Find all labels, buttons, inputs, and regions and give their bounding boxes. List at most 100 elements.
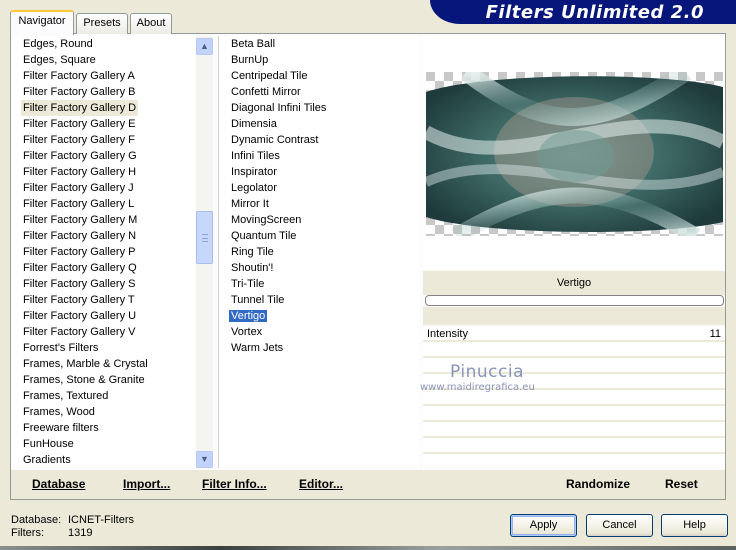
category-item[interactable]: Filter Factory Gallery T [11, 292, 195, 308]
category-item[interactable]: Filter Factory Gallery D [11, 100, 195, 116]
filter-item[interactable]: Warm Jets [219, 340, 420, 356]
empty-parameter-row [423, 406, 725, 422]
category-item[interactable]: Filter Factory Gallery N [11, 228, 195, 244]
apply-button[interactable]: Apply [510, 514, 577, 537]
cancel-button[interactable]: Cancel [586, 514, 653, 537]
help-button[interactable]: Help [661, 514, 728, 537]
filter-item[interactable]: Vertigo [219, 308, 420, 324]
category-item[interactable]: Filter Factory Gallery G [11, 148, 195, 164]
category-item[interactable]: Filter Factory Gallery M [11, 212, 195, 228]
filter-item-label: Vortex [231, 326, 263, 338]
tab-presets[interactable]: Presets [76, 13, 128, 34]
scroll-down-button[interactable]: ▼ [196, 451, 213, 468]
category-item[interactable]: Filter Factory Gallery J [11, 180, 195, 196]
import-button[interactable]: Import... [123, 476, 170, 492]
category-item[interactable]: Filter Factory Gallery F [11, 132, 195, 148]
filter-list[interactable]: Beta Ball BurnUp Centripedal Tile Confetti … [218, 36, 420, 468]
filter-item-label: Infini Tiles [231, 150, 280, 162]
filter-item[interactable]: Tunnel Tile [219, 292, 420, 308]
filter-item[interactable]: BurnUp [219, 52, 420, 68]
filter-item[interactable]: Vortex [219, 324, 420, 340]
preview-image [426, 72, 723, 236]
category-item[interactable]: Frames, Textured [11, 388, 195, 404]
tab-navigator[interactable]: Navigator [10, 10, 74, 35]
filter-item-label: Shoutin'! [231, 262, 274, 274]
randomize-button[interactable]: Randomize [566, 476, 630, 492]
category-item-label: Filter Factory Gallery M [23, 214, 138, 226]
title-banner: Filters Unlimited 2.0 [430, 0, 736, 24]
filter-item[interactable]: Beta Ball [219, 36, 420, 52]
category-item-label: Filter Factory Gallery G [23, 150, 137, 162]
category-item-label: Filter Factory Gallery F [23, 134, 135, 146]
scroll-thumb[interactable] [196, 211, 213, 264]
filter-item-label: Confetti Mirror [231, 86, 301, 98]
category-item[interactable]: Filter Factory Gallery P [11, 244, 195, 260]
filter-item[interactable]: Infini Tiles [219, 148, 420, 164]
filter-info-button[interactable]: Filter Info... [202, 476, 267, 492]
database-button[interactable]: Database [32, 476, 85, 492]
category-item[interactable]: Filter Factory Gallery V [11, 324, 195, 340]
category-item[interactable]: Filter Factory Gallery S [11, 276, 195, 292]
category-item[interactable]: Filter Factory Gallery L [11, 196, 195, 212]
editor-button[interactable]: Editor... [299, 476, 343, 492]
filter-item-label: Tri-Tile [231, 278, 265, 290]
filter-item[interactable]: Tri-Tile [219, 276, 420, 292]
category-item-label: Filter Factory Gallery P [23, 246, 136, 258]
filter-item[interactable]: Shoutin'! [219, 260, 420, 276]
filter-item[interactable]: Mirror It [219, 196, 420, 212]
category-item[interactable]: Edges, Round [11, 36, 195, 52]
parameter-row[interactable]: Intensity 11 [423, 326, 725, 342]
scroll-up-button[interactable]: ▲ [196, 38, 213, 55]
filter-item-label: Ring Tile [231, 246, 274, 258]
filter-item[interactable]: Confetti Mirror [219, 84, 420, 100]
category-item[interactable]: Filter Factory Gallery U [11, 308, 195, 324]
category-item-label: Freeware filters [23, 422, 99, 434]
reset-button[interactable]: Reset [665, 476, 698, 492]
preview-area [423, 36, 725, 270]
filter-item[interactable]: Diagonal Infini Tiles [219, 100, 420, 116]
category-scrollbar[interactable]: ▲ ▼ [196, 36, 213, 468]
category-item-label: Filter Factory Gallery U [23, 310, 137, 322]
category-item-label: Filter Factory Gallery Q [23, 262, 137, 274]
category-item[interactable]: Freeware filters [11, 420, 195, 436]
category-item-label: Forrest's Filters [23, 342, 99, 354]
filters-count-label: Filters: [11, 527, 44, 539]
empty-parameter-row [423, 358, 725, 374]
category-item[interactable]: Forrest's Filters [11, 340, 195, 356]
filter-item[interactable]: Dimensia [219, 116, 420, 132]
category-item[interactable]: Frames, Wood [11, 404, 195, 420]
filter-item-label: Dimensia [231, 118, 277, 130]
empty-parameter-row [423, 390, 725, 406]
category-item[interactable]: Filter Factory Gallery A [11, 68, 195, 84]
category-item[interactable]: Frames, Marble & Crystal [11, 356, 195, 372]
category-list[interactable]: Edges, Round Edges, Square Filter Factory … [11, 36, 195, 468]
filter-item[interactable]: Centripedal Tile [219, 68, 420, 84]
database-label: Database: [11, 514, 62, 526]
filter-item-label: Legolator [231, 182, 277, 194]
category-item[interactable]: Filter Factory Gallery B [11, 84, 195, 100]
category-item[interactable]: Filter Factory Gallery H [11, 164, 195, 180]
category-item-label: Frames, Textured [23, 390, 109, 402]
category-item[interactable]: Frames, Stone & Granite [11, 372, 195, 388]
grip-icon [202, 234, 208, 242]
category-item[interactable]: Gradients [11, 452, 195, 468]
filter-item-label: Inspirator [231, 166, 277, 178]
filter-item[interactable]: Ring Tile [219, 244, 420, 260]
filter-item-label: Warm Jets [231, 342, 284, 354]
category-item-label: Filter Factory Gallery S [23, 278, 136, 290]
filter-item-label: Quantum Tile [231, 230, 297, 242]
empty-parameter-row [423, 438, 725, 454]
filter-item[interactable]: Inspirator [219, 164, 420, 180]
filter-item[interactable]: Quantum Tile [219, 228, 420, 244]
category-item[interactable]: Filter Factory Gallery E [11, 116, 195, 132]
filter-item[interactable]: MovingScreen [219, 212, 420, 228]
filter-item[interactable]: Legolator [219, 180, 420, 196]
progress-bar [425, 295, 724, 306]
category-item[interactable]: Edges, Square [11, 52, 195, 68]
filter-item-label: Tunnel Tile [231, 294, 285, 306]
empty-parameter-row [423, 422, 725, 438]
filter-item[interactable]: Dynamic Contrast [219, 132, 420, 148]
category-item[interactable]: Filter Factory Gallery Q [11, 260, 195, 276]
category-item[interactable]: FunHouse [11, 436, 195, 452]
tab-about[interactable]: About [130, 13, 172, 34]
